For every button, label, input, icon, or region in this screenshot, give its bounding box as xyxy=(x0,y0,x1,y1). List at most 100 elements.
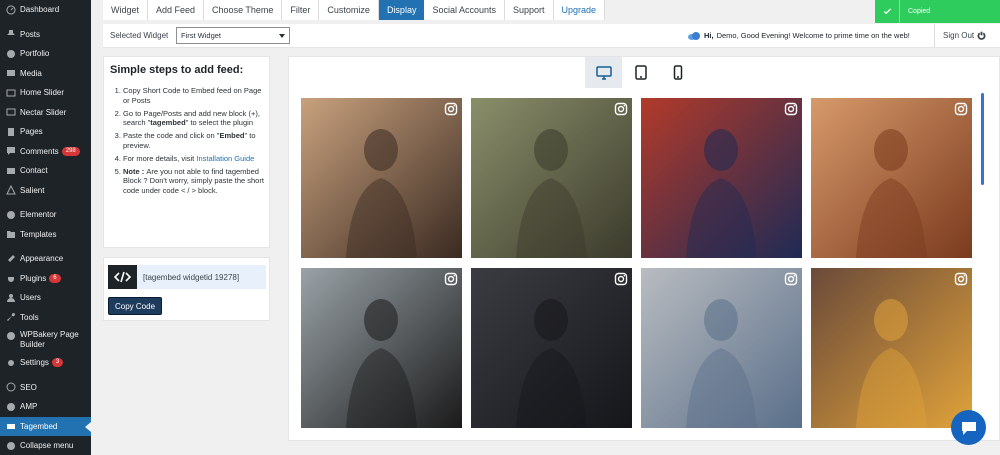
sidebar-item-posts[interactable]: Posts xyxy=(0,25,91,45)
chat-bubble-icon xyxy=(961,421,976,435)
tablet-view-button[interactable] xyxy=(622,57,659,88)
tab-choose-theme[interactable]: Choose Theme xyxy=(204,0,283,20)
shortcode-field[interactable]: [tagembed widgetid 19278] xyxy=(108,265,266,289)
sidebar-item-label: Collapse menu xyxy=(20,441,74,451)
sidebar-item-tagembed[interactable]: Tagembed xyxy=(0,416,91,436)
user-icon xyxy=(5,292,16,303)
feed-post[interactable] xyxy=(301,268,462,428)
tab-support[interactable]: Support xyxy=(505,0,554,20)
tablet-icon xyxy=(634,65,647,80)
sidebar-item-nectar-slider[interactable]: Nectar Slider xyxy=(0,103,91,123)
tab-upgrade[interactable]: Upgrade xyxy=(554,0,606,20)
sidebar-item-users[interactable]: Users xyxy=(0,288,91,308)
sidebar-item-home-slider[interactable]: Home Slider xyxy=(0,83,91,103)
sidebar-item-portfolio[interactable]: Portfolio xyxy=(0,44,91,64)
sidebar-item-label: Nectar Slider xyxy=(20,107,67,117)
sidebar-item-collapse-menu[interactable]: Collapse menu xyxy=(0,436,91,455)
feed-post[interactable] xyxy=(811,268,972,428)
sidebar-item-label: AMP xyxy=(20,402,38,412)
step-item: For more details, visit Installation Gui… xyxy=(123,154,264,164)
feed-post[interactable] xyxy=(811,98,972,258)
installation-guide-link[interactable]: Installation Guide xyxy=(196,154,254,163)
instagram-icon xyxy=(954,102,968,116)
sidebar-item-label: Plugins xyxy=(20,273,47,283)
preview-scrollbar[interactable] xyxy=(981,93,984,185)
sidebar-item-settings[interactable]: Settings 3 xyxy=(0,353,91,373)
feed-post[interactable] xyxy=(471,98,632,258)
sidebar-item-contact[interactable]: Contact xyxy=(0,161,91,181)
sidebar-item-label: Comments xyxy=(20,146,59,156)
sidebar-item-salient[interactable]: Salient xyxy=(0,181,91,201)
copy-code-button[interactable]: Copy Code xyxy=(108,297,163,315)
tab-filter[interactable]: Filter xyxy=(282,0,320,20)
tab-social-accounts[interactable]: Social Accounts xyxy=(424,0,505,20)
tab-widget[interactable]: Widget xyxy=(103,0,149,20)
page-icon xyxy=(5,126,16,137)
step-keyword: Embed xyxy=(219,131,245,141)
widget-select[interactable]: First Widget xyxy=(176,27,290,44)
salient-icon xyxy=(5,185,16,196)
step-item: Go to Page/Posts and add new block (+), … xyxy=(123,109,264,129)
sign-out-label: Sign Out xyxy=(943,31,975,40)
mail-icon xyxy=(5,165,16,176)
sidebar-item-label: Salient xyxy=(20,185,45,195)
tab-display[interactable]: Display xyxy=(378,0,425,20)
cloud-icon xyxy=(688,31,700,40)
collapse-icon xyxy=(5,440,16,451)
sidebar-item-label: Posts xyxy=(20,29,41,39)
feed-post[interactable] xyxy=(641,268,802,428)
sidebar-item-dashboard[interactable]: Dashboard xyxy=(0,0,91,20)
folder-icon xyxy=(5,229,16,240)
sidebar-item-wpbakery-page-builder[interactable]: WPBakery Page Builder xyxy=(0,327,91,353)
greeting-hi: Hi, xyxy=(704,31,714,40)
comment-icon xyxy=(5,146,16,157)
chat-button[interactable] xyxy=(951,410,986,445)
sidebar-item-templates[interactable]: Templates xyxy=(0,225,91,245)
post-photo xyxy=(301,268,462,428)
sidebar-item-label: Appearance xyxy=(20,254,64,264)
sidebar-item-tools[interactable]: Tools xyxy=(0,308,91,328)
step-text: " to select the plugin xyxy=(185,118,253,128)
steps-panel: Simple steps to add feed: Copy Short Cod… xyxy=(103,56,270,248)
post-photo xyxy=(641,98,802,258)
tagembed-tabs: Widget Add Feed Choose Theme Filter Customiz… xyxy=(103,0,606,20)
sidebar-item-appearance[interactable]: Appearance xyxy=(0,249,91,269)
feed-post[interactable] xyxy=(641,98,802,258)
toast-text: Copied xyxy=(908,8,931,15)
sidebar-item-label: WPBakery Page Builder xyxy=(20,330,79,349)
instagram-icon xyxy=(444,272,458,286)
sidebar-item-elementor[interactable]: Elementor xyxy=(0,205,91,225)
mobile-view-button[interactable] xyxy=(659,57,696,88)
sidebar-item-label: Pages xyxy=(20,127,43,137)
seo-icon xyxy=(5,382,16,393)
instagram-icon xyxy=(784,272,798,286)
sidebar-item-amp[interactable]: AMP xyxy=(0,397,91,417)
step-item: Paste the code and click on "Embed" to p… xyxy=(123,131,264,151)
count-badge: 3 xyxy=(51,358,64,368)
shortcode-text: [tagembed widgetid 19278] xyxy=(143,272,240,282)
sidebar-item-seo[interactable]: SEO xyxy=(0,378,91,398)
sidebar-item-comments[interactable]: Comments 298 xyxy=(0,142,91,162)
feed-post[interactable] xyxy=(471,268,632,428)
widget-select-value: First Widget xyxy=(181,31,222,40)
device-switcher xyxy=(585,57,696,88)
step-note-label: Note : xyxy=(123,166,147,176)
elementor-icon xyxy=(5,209,16,220)
sidebar-item-media[interactable]: Media xyxy=(0,64,91,84)
instagram-icon xyxy=(954,272,968,286)
power-icon xyxy=(977,31,986,40)
sign-out-button[interactable]: Sign Out xyxy=(934,24,986,47)
tab-add-feed[interactable]: Add Feed xyxy=(148,0,205,20)
post-photo xyxy=(641,268,802,428)
instagram-icon xyxy=(614,102,628,116)
step-keyword: tagembed xyxy=(150,118,186,128)
sidebar-item-label: Dashboard xyxy=(20,5,60,15)
post-photo xyxy=(811,98,972,258)
sidebar-item-plugins[interactable]: Plugins 6 xyxy=(0,269,91,289)
sidebar-item-label: Tools xyxy=(20,312,39,322)
desktop-view-button[interactable] xyxy=(585,57,622,88)
feed-post[interactable] xyxy=(301,98,462,258)
sidebar-item-pages[interactable]: Pages xyxy=(0,122,91,142)
copied-toast: Copied xyxy=(875,0,1000,23)
tab-customize[interactable]: Customize xyxy=(319,0,379,20)
